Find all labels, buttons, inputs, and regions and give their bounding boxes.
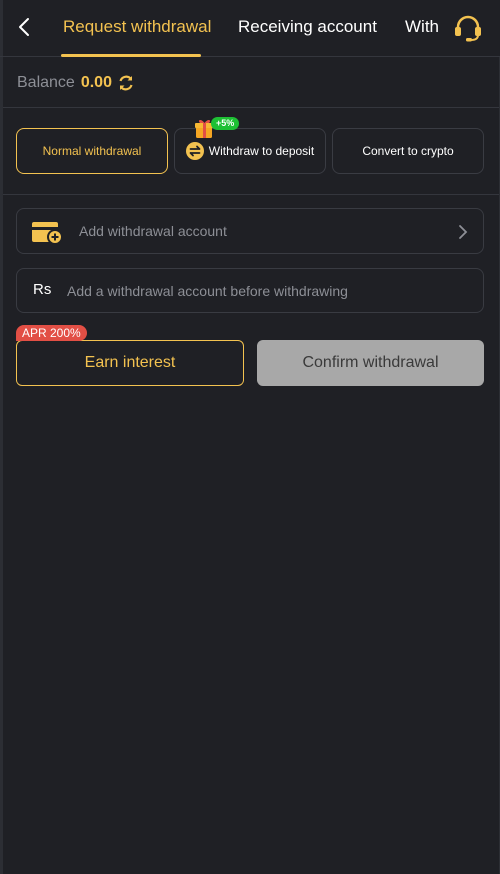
balance-value: 0.00 bbox=[80, 74, 112, 91]
balance-row: Balance 0.00 bbox=[17, 72, 135, 94]
confirm-withdrawal-label: Confirm withdrawal bbox=[302, 354, 439, 371]
add-withdrawal-account-label: Add withdrawal account bbox=[79, 223, 227, 239]
tab-withdrawal-record[interactable]: With bbox=[405, 17, 439, 37]
method-label: Convert to crypto bbox=[362, 144, 454, 158]
swap-icon bbox=[185, 142, 204, 160]
method-convert-to-crypto[interactable]: Convert to crypto bbox=[332, 128, 484, 174]
method-normal-withdrawal[interactable]: Normal withdrawal bbox=[16, 128, 168, 174]
currency-symbol: Rs bbox=[33, 281, 52, 298]
chevron-left-icon[interactable] bbox=[14, 16, 36, 38]
divider bbox=[3, 107, 499, 108]
amount-input[interactable] bbox=[67, 277, 467, 305]
headset-icon[interactable] bbox=[453, 14, 483, 42]
apr-badge: APR 200% bbox=[16, 325, 87, 341]
earn-interest-button[interactable]: Earn interest bbox=[16, 340, 244, 386]
method-label: Normal withdrawal bbox=[42, 144, 142, 158]
bonus-badge: +5% bbox=[211, 117, 240, 130]
chevron-right-icon bbox=[459, 225, 468, 239]
tab-header: Request withdrawal Receiving account Wit… bbox=[0, 0, 500, 57]
tab-request-withdrawal[interactable]: Request withdrawal bbox=[63, 17, 211, 37]
refresh-icon[interactable] bbox=[117, 74, 135, 92]
divider bbox=[3, 194, 499, 195]
amount-field: Rs bbox=[16, 268, 484, 313]
balance-label: Balance bbox=[17, 74, 75, 91]
confirm-withdrawal-button[interactable]: Confirm withdrawal bbox=[257, 340, 484, 386]
add-withdrawal-account-row[interactable]: Add withdrawal account bbox=[16, 208, 484, 254]
tab-receiving-account[interactable]: Receiving account bbox=[238, 17, 377, 37]
active-tab-indicator bbox=[61, 54, 201, 57]
method-label: Withdraw to deposit bbox=[208, 144, 315, 158]
earn-interest-label: Earn interest bbox=[84, 354, 176, 371]
wallet-add-icon bbox=[32, 222, 63, 245]
